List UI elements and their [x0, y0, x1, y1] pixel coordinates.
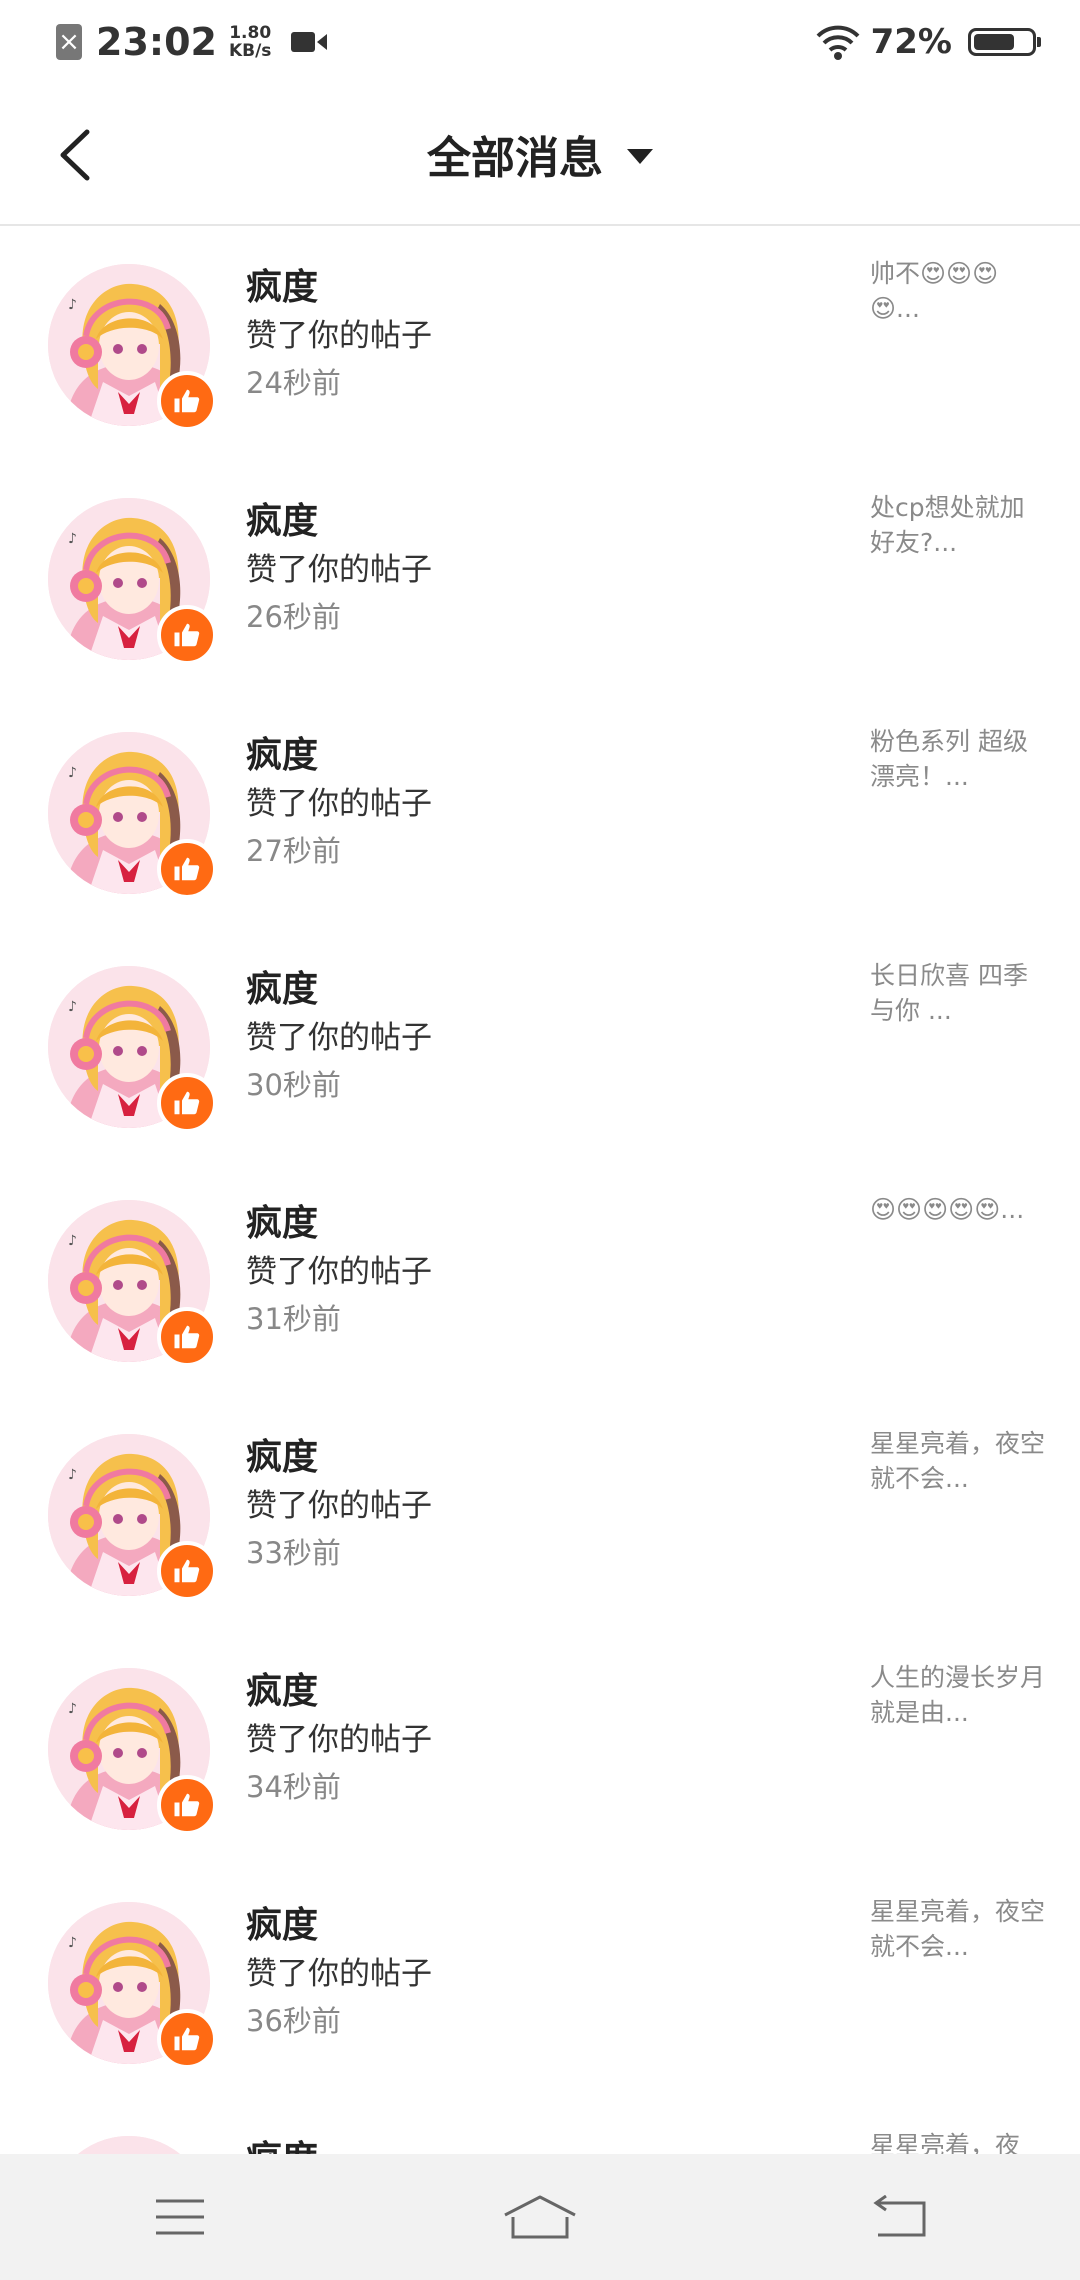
action-text: 赞了你的帖子	[246, 1956, 432, 1992]
svg-text:♪: ♪	[68, 999, 77, 1015]
back-nav-button[interactable]	[840, 2177, 960, 2257]
list-item[interactable]: ♪ 疯度 赞了你的帖子 27秒前 粉色系列 超级漂亮！...	[0, 694, 1080, 928]
timestamp: 30秒前	[246, 1068, 341, 1102]
sim-disabled-icon: ×	[56, 24, 82, 60]
like-badge	[157, 2009, 217, 2069]
post-preview[interactable]: 😍😍😍😍😍...	[870, 1192, 1048, 1227]
post-preview[interactable]: 星星亮着，夜空就不会...	[870, 1894, 1048, 1964]
battery-icon	[968, 28, 1041, 56]
network-speed: 1.80 KB/s	[229, 24, 271, 60]
home-button[interactable]	[480, 2177, 600, 2257]
like-badge	[157, 1775, 217, 1835]
thumbs-up-icon	[174, 857, 200, 881]
post-preview[interactable]: 帅不😍😍😍😍...	[870, 256, 1048, 326]
timestamp: 27秒前	[246, 834, 341, 868]
title-dropdown[interactable]: 全部消息	[0, 84, 1080, 224]
message-list: ♪ 疯度 赞了你的帖子 24秒前 帅不😍😍😍😍... ♪ 疯度 赞了你的帖子 2…	[0, 226, 1080, 2154]
list-item[interactable]: ♪ 疯度 赞了你的帖子 34秒前 人生的漫长岁月就是由...	[0, 1630, 1080, 1864]
post-preview[interactable]: 长日欣喜 四季与你 ...	[870, 958, 1048, 1028]
list-item[interactable]: ♪ 疯度 赞了你的帖子 24秒前 帅不😍😍😍😍...	[0, 226, 1080, 460]
svg-text:♪: ♪	[68, 765, 77, 781]
svg-text:♪: ♪	[68, 1701, 77, 1717]
sender-name: 疯度	[246, 501, 319, 542]
video-record-icon	[291, 32, 328, 52]
sender-name: 疯度	[246, 1671, 319, 1712]
timestamp: 36秒前	[246, 2004, 341, 2038]
list-item[interactable]: ♪ 疯度 赞了你的帖子 26秒前 处cp想处就加好友?...	[0, 460, 1080, 694]
action-text: 赞了你的帖子	[246, 1254, 432, 1290]
thumbs-up-icon	[174, 2027, 200, 2051]
sender-name: 疯度	[246, 969, 319, 1010]
svg-text:♪: ♪	[68, 1935, 77, 1951]
thumbs-up-icon	[174, 1559, 200, 1583]
like-badge	[157, 839, 217, 899]
like-badge	[157, 1307, 217, 1367]
list-item[interactable]: ♪ 疯度 赞了你的帖子 36秒前 星星亮着，夜空就不会...	[0, 1864, 1080, 2098]
thumbs-up-icon	[174, 1091, 200, 1115]
svg-text:♪: ♪	[68, 1233, 77, 1249]
like-badge	[157, 605, 217, 665]
svg-text:♪: ♪	[68, 1467, 77, 1483]
timestamp: 33秒前	[246, 1536, 341, 1570]
battery-level	[974, 34, 1015, 50]
timestamp: 26秒前	[246, 600, 341, 634]
status-left: × 23:02 1.80 KB/s	[56, 20, 328, 64]
action-text: 赞了你的帖子	[246, 318, 432, 354]
list-item[interactable]: ♪ 疯度 赞了你的帖子 30秒前 长日欣喜 四季与你 ...	[0, 928, 1080, 1162]
list-item[interactable]: ♪ 疯度 赞了你的帖子 33秒前 星星亮着，夜空就不会...	[0, 1396, 1080, 1630]
sender-name: 疯度	[246, 267, 319, 308]
home-icon	[504, 2195, 576, 2239]
post-preview[interactable]: 人生的漫长岁月就是由...	[870, 1660, 1048, 1730]
menu-button[interactable]	[120, 2177, 240, 2257]
wifi-icon	[816, 25, 860, 60]
list-item[interactable]: ♪ 疯度 赞了你的帖子 31秒前 😍😍😍😍😍...	[0, 1162, 1080, 1396]
action-text: 赞了你的帖子	[246, 1020, 432, 1056]
thumbs-up-icon	[174, 389, 200, 413]
sender-name: 疯度	[246, 1203, 319, 1244]
action-text: 赞了你的帖子	[246, 552, 432, 588]
post-preview[interactable]: 粉色系列 超级漂亮！...	[870, 724, 1048, 794]
timestamp: 34秒前	[246, 1770, 341, 1804]
page-title: 全部消息	[427, 133, 603, 184]
battery-percentage: 72%	[870, 22, 952, 62]
menu-icon	[156, 2199, 204, 2235]
timestamp: 24秒前	[246, 366, 341, 400]
clock: 23:02	[96, 20, 217, 64]
like-badge	[157, 1073, 217, 1133]
post-preview[interactable]: 处cp想处就加好友?...	[870, 490, 1048, 560]
system-nav-bar	[0, 2154, 1080, 2280]
list-item[interactable]: ♪ 疯度 星星亮着，夜	[0, 2098, 1080, 2154]
status-bar: × 23:02 1.80 KB/s 72%	[0, 0, 1080, 84]
action-text: 赞了你的帖子	[246, 1488, 432, 1524]
thumbs-up-icon	[174, 1325, 200, 1349]
status-right: 72%	[815, 22, 1041, 62]
sender-name: 疯度	[246, 2130, 318, 2154]
post-preview[interactable]: 星星亮着，夜	[870, 2128, 1048, 2154]
post-preview[interactable]: 星星亮着，夜空就不会...	[870, 1426, 1048, 1496]
timestamp: 31秒前	[246, 1302, 341, 1336]
sender-name: 疯度	[246, 1437, 319, 1478]
avatar[interactable]: ♪	[48, 2136, 210, 2154]
back-icon	[873, 2195, 926, 2237]
svg-text:♪: ♪	[68, 297, 77, 313]
thumbs-up-icon	[174, 1793, 200, 1817]
thumbs-up-icon	[174, 623, 200, 647]
like-badge	[157, 371, 217, 431]
sender-name: 疯度	[246, 735, 319, 776]
sender-name: 疯度	[246, 1905, 319, 1946]
like-badge	[157, 1541, 217, 1601]
avatar-image: ♪	[48, 2136, 210, 2154]
action-text: 赞了你的帖子	[246, 1722, 432, 1758]
action-text: 赞了你的帖子	[246, 786, 432, 822]
header: 全部消息	[0, 84, 1080, 226]
network-speed-unit: KB/s	[228, 41, 272, 61]
caret-down-icon	[627, 148, 653, 164]
svg-text:♪: ♪	[68, 531, 77, 547]
network-speed-value: 1.80	[229, 23, 272, 43]
